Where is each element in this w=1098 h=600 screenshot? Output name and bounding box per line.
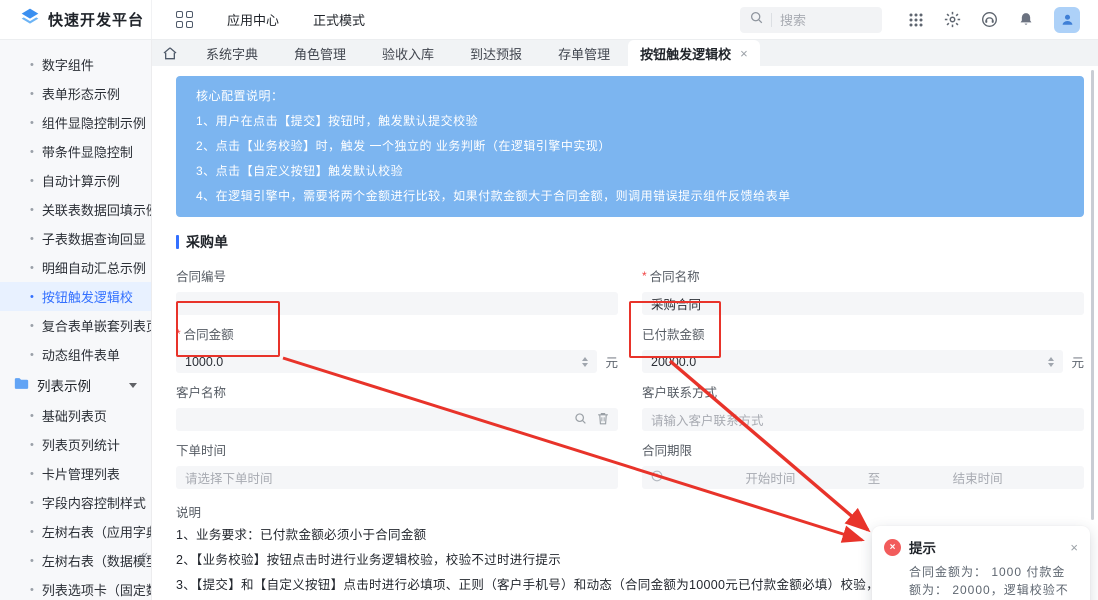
page: 快速开发平台 应用中心 正式模式 搜索	[0, 0, 1098, 600]
annotation-arrows	[0, 0, 1098, 600]
arrow-from-paid-amount	[670, 361, 868, 530]
